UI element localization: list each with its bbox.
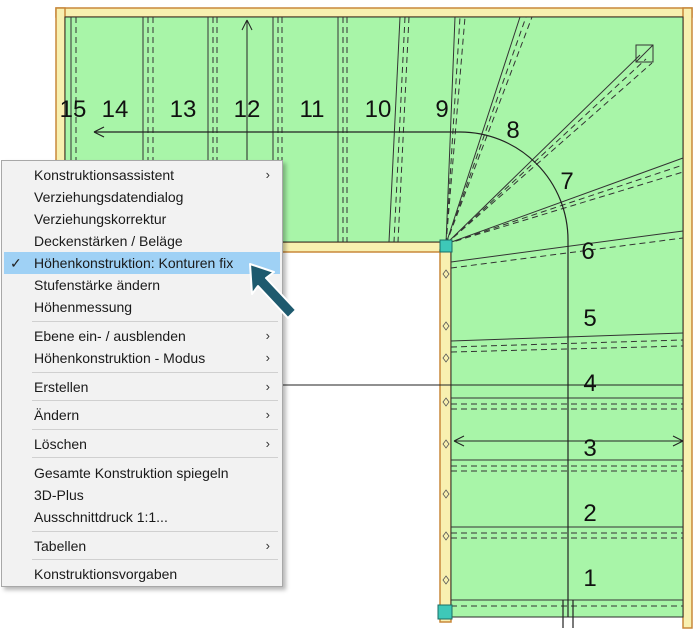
menu-separator	[32, 559, 278, 560]
menu-item-verziehungsdatendialog[interactable]: Verziehungsdatendialog	[4, 186, 280, 208]
submenu-arrow-icon: ›	[265, 407, 270, 422]
step-number-12: 12	[234, 96, 261, 123]
menu-item-label: Ausschnittdruck 1:1...	[34, 509, 168, 525]
menu-item-label: Löschen	[34, 436, 87, 452]
menu-item-deckenstärken-beläge[interactable]: Deckenstärken / Beläge	[4, 230, 280, 252]
submenu-arrow-icon: ›	[265, 538, 270, 553]
menu-item-label: Stufenstärke ändern	[34, 277, 161, 293]
step-number-4: 4	[583, 370, 596, 397]
menu-separator	[32, 321, 278, 322]
menu-item-label: Ändern	[34, 407, 80, 423]
submenu-arrow-icon: ›	[265, 379, 270, 394]
menu-separator	[32, 372, 278, 373]
menu-item-label: Verziehungsdatendialog	[34, 189, 184, 205]
menu-item-label: Höhenkonstruktion - Modus	[34, 350, 206, 366]
menu-item-höhenmessung[interactable]: Höhenmessung	[4, 296, 280, 318]
menu-item-ausschnittdruck-1-1[interactable]: Ausschnittdruck 1:1...	[4, 506, 280, 528]
menu-item-ändern[interactable]: Ändern ›	[4, 404, 280, 426]
menu-item-label: Gesamte Konstruktion spiegeln	[34, 465, 229, 481]
frame-right	[682, 7, 693, 629]
menu-separator	[32, 400, 278, 401]
frame-top	[55, 7, 693, 18]
step-number-1: 1	[583, 565, 596, 592]
menu-item-label: Tabellen	[34, 538, 87, 554]
step-number-15: 15	[60, 96, 87, 123]
menu-item-3d-plus[interactable]: 3D-Plus	[4, 484, 280, 506]
menu-item-höhenkonstruktion-modus[interactable]: Höhenkonstruktion - Modus ›	[4, 347, 280, 369]
arrow-pointer-icon	[249, 263, 297, 319]
menu-item-label: Verziehungskorrektur	[34, 211, 167, 227]
submenu-arrow-icon: ›	[265, 167, 270, 182]
menu-item-konstruktionsvorgaben[interactable]: Konstruktionsvorgaben	[4, 563, 280, 585]
menu-item-label: Ebene ein- / ausblenden	[34, 328, 186, 344]
step-number-2: 2	[583, 500, 596, 527]
step-number-9: 9	[435, 96, 448, 123]
context-menu: Konstruktionsassistent › Verziehungsdatend…	[1, 160, 283, 587]
menu-item-label: Erstellen	[34, 379, 89, 395]
submenu-arrow-icon: ›	[265, 350, 270, 365]
menu-item-höhenkonstruktion-konturen-fix[interactable]: ✓ Höhenkonstruktion: Konturen fix	[4, 252, 280, 274]
step-number-10: 10	[365, 96, 392, 123]
menu-separator	[32, 429, 278, 430]
step-number-14: 14	[102, 96, 129, 123]
checkmark-icon: ✓	[10, 255, 22, 271]
frame-inner-vertical	[439, 249, 452, 623]
menu-item-label: 3D-Plus	[34, 487, 84, 503]
corner-post-bottom	[437, 604, 453, 620]
menu-item-label: Höhenkonstruktion: Konturen fix	[34, 255, 234, 271]
menu-item-label: Deckenstärken / Beläge	[34, 233, 183, 249]
step-number-5: 5	[583, 305, 596, 332]
menu-item-stufenstärke-ändern[interactable]: Stufenstärke ändern	[4, 274, 280, 296]
step-number-3: 3	[583, 435, 596, 462]
corner-post-top	[439, 239, 453, 253]
menu-item-verziehungskorrektur[interactable]: Verziehungskorrektur	[4, 208, 280, 230]
menu-separator	[32, 457, 278, 458]
step-number-8: 8	[506, 117, 519, 144]
submenu-arrow-icon: ›	[265, 436, 270, 451]
submenu-arrow-icon: ›	[265, 328, 270, 343]
step-number-11: 11	[300, 96, 325, 123]
step-number-6: 6	[581, 238, 594, 265]
menu-item-gesamte-konstruktion-spiegeln[interactable]: Gesamte Konstruktion spiegeln	[4, 462, 280, 484]
menu-item-label: Höhenmessung	[34, 299, 133, 315]
menu-item-ebene-ein-ausblenden[interactable]: Ebene ein- / ausblenden ›	[4, 325, 280, 347]
menu-item-label: Konstruktionsvorgaben	[34, 566, 178, 582]
menu-item-konstruktionsassistent[interactable]: Konstruktionsassistent ›	[4, 164, 280, 186]
menu-item-erstellen[interactable]: Erstellen ›	[4, 376, 280, 398]
menu-item-tabellen[interactable]: Tabellen ›	[4, 535, 280, 557]
step-number-7: 7	[560, 168, 573, 195]
step-number-13: 13	[170, 96, 197, 123]
menu-separator	[32, 531, 278, 532]
menu-item-löschen[interactable]: Löschen ›	[4, 433, 280, 455]
menu-item-label: Konstruktionsassistent	[34, 167, 175, 183]
